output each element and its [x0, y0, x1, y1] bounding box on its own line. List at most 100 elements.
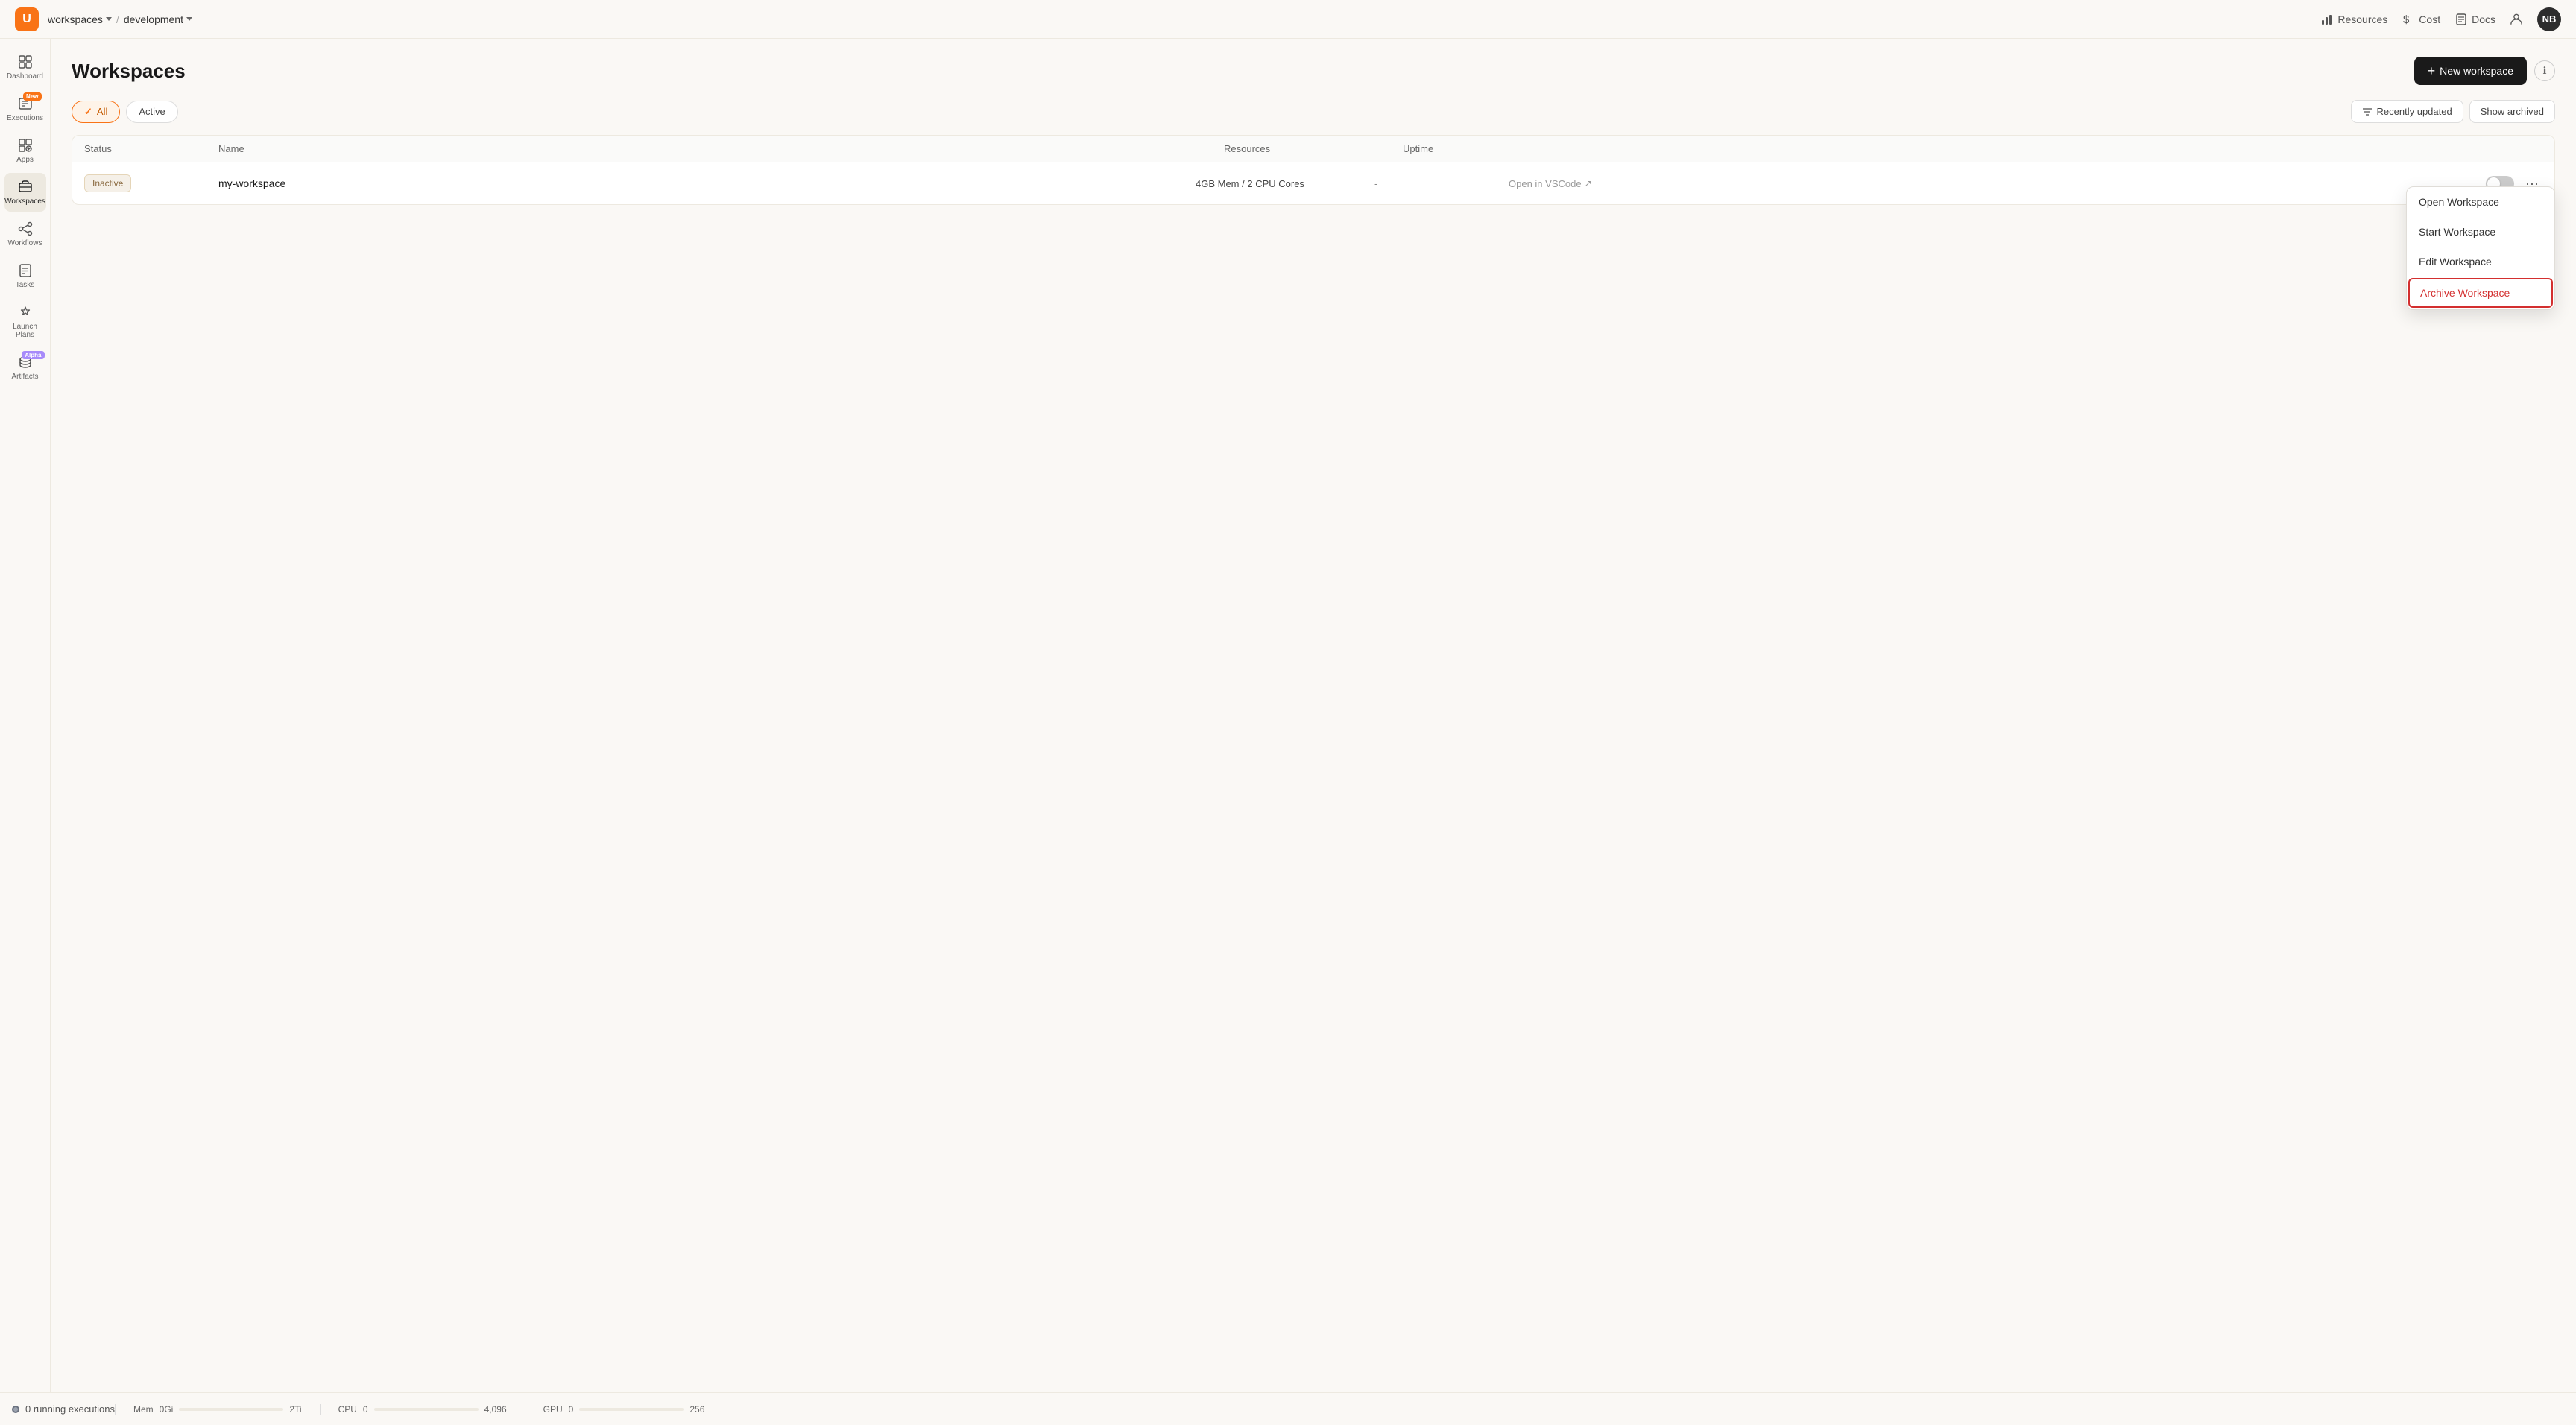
topnav: U workspaces / development Resources — [0, 0, 2576, 39]
row-name-cell: my-workspace — [218, 177, 1196, 189]
dollar-icon: $ — [2402, 13, 2414, 25]
gpu-min: 0 — [569, 1404, 574, 1415]
gpu-max: 256 — [689, 1404, 704, 1415]
svg-text:$: $ — [2403, 13, 2410, 25]
artifacts-badge: Alpha — [22, 351, 44, 359]
sidebar-item-workflows-label: Workflows — [8, 239, 42, 247]
sidebar-item-artifacts[interactable]: Alpha Artifacts — [4, 348, 46, 387]
cpu-label: CPU — [338, 1404, 357, 1415]
breadcrumb-workspaces-label: workspaces — [48, 13, 103, 25]
nav-cost[interactable]: $ Cost — [2402, 13, 2440, 25]
breadcrumb-development[interactable]: development — [124, 13, 192, 25]
row-vscode-cell: Open in VSCode ↗ — [1509, 178, 2486, 189]
sidebar-item-dashboard[interactable]: Dashboard — [4, 48, 46, 86]
table-row: Inactive my-workspace 4GB Mem / 2 CPU Co… — [72, 162, 2554, 204]
row-status-cell: Inactive — [84, 174, 218, 192]
filter-tab-active-label: Active — [139, 106, 165, 117]
uptime-text: - — [1374, 178, 1377, 189]
sidebar-item-launchplans-label: Launch Plans — [7, 323, 43, 339]
filter-tab-all[interactable]: ✓ All — [72, 101, 120, 123]
cpu-max: 4,096 — [484, 1404, 507, 1415]
filter-tab-active[interactable]: Active — [126, 101, 177, 123]
row-uptime-cell: - — [1374, 177, 1509, 189]
sidebar-item-apps-label: Apps — [16, 156, 34, 164]
avatar[interactable]: NB — [2537, 7, 2561, 31]
breadcrumb: workspaces / development — [48, 13, 192, 25]
sidebar-item-executions-label: Executions — [7, 114, 43, 122]
filter-right: Recently updated Show archived — [2351, 100, 2555, 123]
mem-bar — [179, 1408, 283, 1411]
sidebar: Dashboard New Executions — [0, 39, 51, 1392]
col-actions — [1537, 143, 2542, 154]
filter-tabs: ✓ All Active — [72, 101, 178, 123]
context-menu-open[interactable]: Open Workspace — [2407, 187, 2554, 217]
nav-resources-label: Resources — [2337, 13, 2387, 25]
bar-chart-icon — [2321, 13, 2333, 25]
dashboard-icon — [17, 54, 34, 70]
open-vscode-link[interactable]: Open in VSCode ↗ — [1509, 178, 2486, 189]
filters-row: ✓ All Active Recently updat — [72, 100, 2555, 123]
col-name: Name — [218, 143, 1224, 154]
page-title: Workspaces — [72, 60, 186, 83]
nav-docs[interactable]: Docs — [2455, 13, 2496, 25]
layout: Dashboard New Executions — [0, 39, 2576, 1392]
mem-min: 0Gi — [160, 1404, 174, 1415]
nav-right: Resources $ Cost Docs — [2321, 7, 2561, 31]
doc-icon — [2455, 13, 2467, 25]
resources-text: 4GB Mem / 2 CPU Cores — [1196, 178, 1304, 189]
sidebar-item-workspaces-label: Workspaces — [4, 198, 45, 206]
sidebar-item-artifacts-label: Artifacts — [11, 373, 38, 381]
page-header: Workspaces + New workspace ℹ — [72, 57, 2555, 85]
tasks-icon — [17, 262, 34, 279]
gpu-bar — [579, 1408, 684, 1411]
workspaces-table: Status Name Resources Uptime Inactive my… — [72, 135, 2555, 205]
status-badge: Inactive — [84, 174, 131, 192]
nav-resources[interactable]: Resources — [2321, 13, 2387, 25]
breadcrumb-separator: / — [116, 13, 119, 25]
row-resources-cell: 4GB Mem / 2 CPU Cores — [1196, 177, 1374, 189]
info-icon[interactable]: ℹ — [2534, 60, 2555, 81]
chevron-down-icon-2 — [186, 17, 192, 21]
filter-tab-all-label: All — [97, 106, 107, 117]
show-archived-label: Show archived — [2481, 106, 2544, 117]
context-menu-archive[interactable]: Archive Workspace — [2408, 278, 2553, 308]
cpu-resource-group: CPU 0 4,096 — [320, 1404, 525, 1415]
sidebar-item-workspaces[interactable]: Workspaces — [4, 173, 46, 212]
gpu-label: GPU — [543, 1404, 563, 1415]
workspace-name: my-workspace — [218, 177, 285, 189]
sidebar-item-tasks[interactable]: Tasks — [4, 256, 46, 295]
mem-resource-group: Mem 0Gi 2Ti — [115, 1404, 320, 1415]
table-header: Status Name Resources Uptime — [72, 136, 2554, 162]
sidebar-item-apps[interactable]: Apps — [4, 131, 46, 170]
sidebar-item-tasks-label: Tasks — [16, 281, 35, 289]
sort-button[interactable]: Recently updated — [2351, 100, 2463, 123]
col-status: Status — [84, 143, 218, 154]
bottom-bar: 0 running executions Mem 0Gi 2Ti CPU 0 4… — [0, 1392, 2576, 1425]
header-right: + New workspace ℹ — [2414, 57, 2555, 85]
new-workspace-label: New workspace — [2440, 65, 2513, 77]
show-archived-button[interactable]: Show archived — [2469, 100, 2555, 123]
apps-icon — [17, 137, 34, 154]
running-executions-label: 0 running executions — [25, 1403, 115, 1415]
sort-label: Recently updated — [2377, 106, 2452, 117]
workflows-icon — [17, 221, 34, 237]
sort-icon — [2362, 107, 2373, 117]
gpu-resource-group: GPU 0 256 — [525, 1404, 723, 1415]
app-logo[interactable]: U — [15, 7, 39, 31]
user-icon[interactable] — [2510, 13, 2522, 25]
sidebar-item-launch-plans[interactable]: Launch Plans — [4, 298, 46, 345]
open-vscode-label: Open in VSCode — [1509, 178, 1582, 189]
cpu-min: 0 — [363, 1404, 368, 1415]
workspaces-icon — [17, 179, 34, 195]
context-menu-edit[interactable]: Edit Workspace — [2407, 247, 2554, 277]
mem-label: Mem — [133, 1404, 154, 1415]
cpu-bar — [374, 1408, 479, 1411]
sidebar-item-workflows[interactable]: Workflows — [4, 215, 46, 253]
sidebar-item-executions[interactable]: New Executions — [4, 89, 46, 128]
breadcrumb-development-label: development — [124, 13, 183, 25]
context-menu-start[interactable]: Start Workspace — [2407, 217, 2554, 247]
main-content: Workspaces + New workspace ℹ ✓ All Activ… — [51, 39, 2576, 1392]
new-workspace-button[interactable]: + New workspace — [2414, 57, 2527, 85]
breadcrumb-workspaces[interactable]: workspaces — [48, 13, 112, 25]
nav-cost-label: Cost — [2419, 13, 2440, 25]
